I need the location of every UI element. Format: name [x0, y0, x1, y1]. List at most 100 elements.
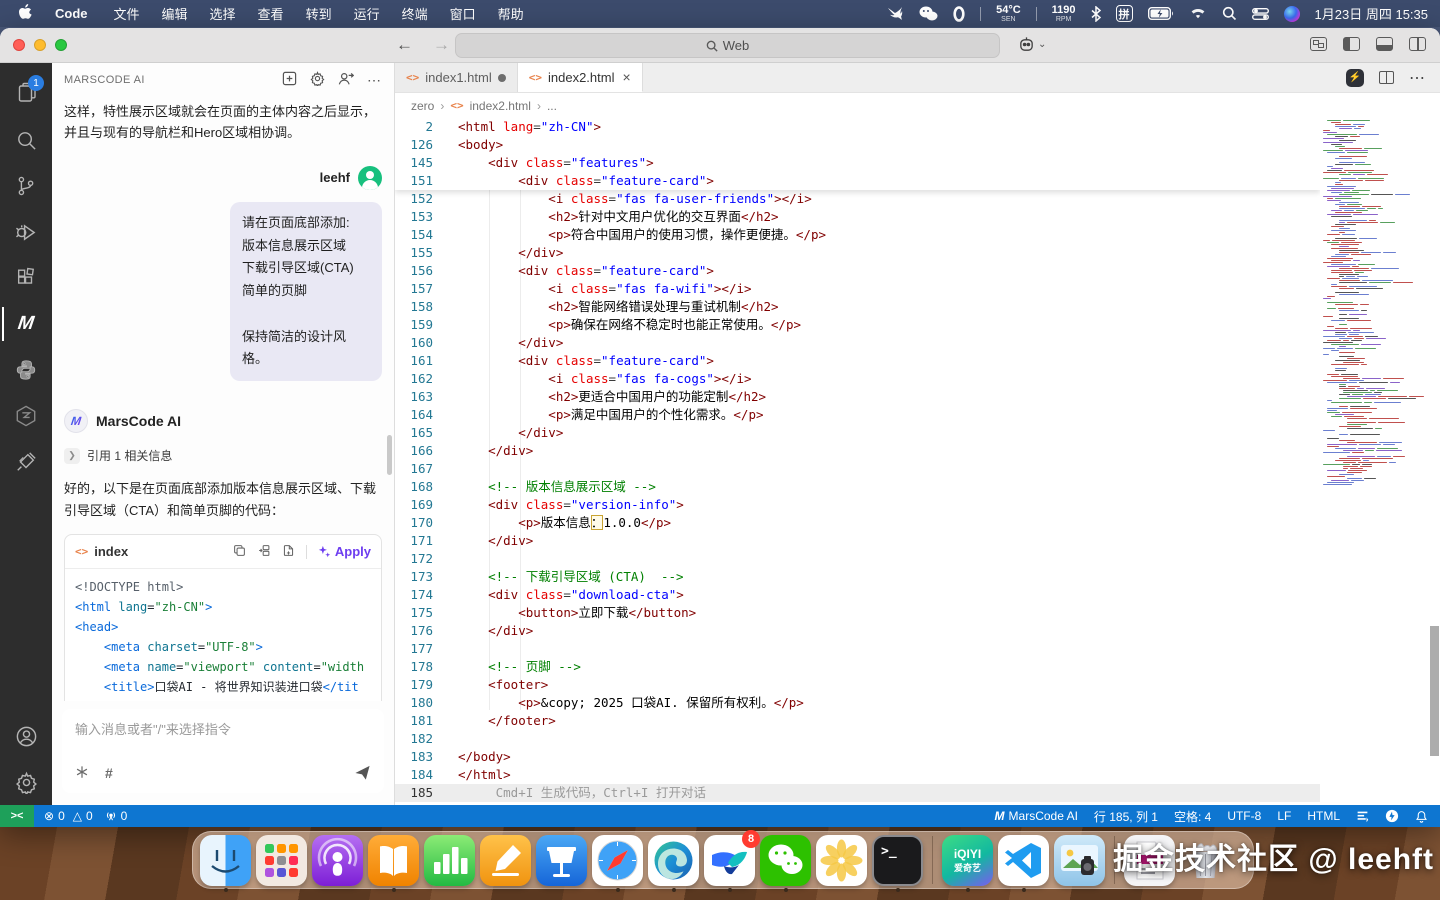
remote-indicator[interactable]: ><	[0, 805, 34, 827]
indentation-status[interactable]: 空格: 4	[1174, 808, 1211, 825]
source-control-icon[interactable]	[2, 163, 50, 209]
menu-item[interactable]: 编辑	[151, 7, 199, 22]
language-mode[interactable]: HTML	[1307, 809, 1340, 823]
dock-podcasts-icon[interactable]	[312, 835, 363, 886]
assistant-profile-icon[interactable]: ⌄	[1018, 36, 1046, 53]
apple-menu-icon[interactable]	[10, 4, 40, 23]
problems-status[interactable]: ⊗0 △0	[44, 809, 93, 823]
reference-toggle[interactable]: ❯ 引用 1 相关信息	[64, 447, 382, 464]
code-line-165[interactable]: 165 </div>	[395, 424, 1320, 442]
sidebar-settings-icon[interactable]	[310, 71, 325, 89]
code-line-173[interactable]: 173 <!-- 下载引导区域 (CTA) -->	[395, 568, 1320, 586]
split-editor-icon[interactable]	[1379, 71, 1394, 84]
code-line-181[interactable]: 181 </footer>	[395, 712, 1320, 730]
code-line-161[interactable]: 161 <div class="feature-card">	[395, 352, 1320, 370]
encoding-status[interactable]: UTF-8	[1227, 809, 1261, 823]
insert-code-icon[interactable]	[257, 544, 271, 560]
zeabur-status-icon[interactable]	[1385, 809, 1399, 823]
dock-lark-icon[interactable]: 8	[704, 835, 755, 886]
code-line-170[interactable]: 170 <p>版本信息：1.0.0</p>	[395, 514, 1320, 532]
navigate-forward-button[interactable]: →	[433, 35, 450, 55]
code-line-166[interactable]: 166 </div>	[395, 442, 1320, 460]
control-center-icon[interactable]	[1252, 5, 1269, 23]
siri-icon[interactable]	[1284, 6, 1300, 22]
tab-index1[interactable]: <> index1.html	[395, 63, 518, 92]
code-line-182[interactable]: 182	[395, 730, 1320, 748]
dock-wechat-icon[interactable]	[760, 835, 811, 886]
code-line-180[interactable]: 180 <p>&copy; 2025 口袋AI. 保留所有权利。</p>	[395, 694, 1320, 712]
code-editor[interactable]: 152 <i class="fas fa-user-friends"></i>1…	[395, 118, 1440, 805]
fan-rpm-status[interactable]: 1190 RPM	[1052, 5, 1076, 23]
ports-status[interactable]: 0	[105, 809, 128, 823]
code-line-167[interactable]: 167	[395, 460, 1320, 478]
code-line-168[interactable]: 168 <!-- 版本信息展示区域 -->	[395, 478, 1320, 496]
apply-code-button[interactable]: Apply	[318, 544, 371, 559]
dock-launchpad-icon[interactable]	[256, 835, 307, 886]
editor-more-actions-icon[interactable]: ⋯	[1409, 68, 1426, 88]
battery-icon[interactable]	[1148, 5, 1174, 23]
dock-iqiyi-icon[interactable]: iQIYI爱奇艺	[942, 835, 993, 886]
menubar-datetime[interactable]: 1月23日 周四 15:35	[1315, 4, 1428, 23]
dock-vscode-icon[interactable]	[998, 835, 1049, 886]
code-line-162[interactable]: 162 <i class="fas fa-cogs"></i>	[395, 370, 1320, 388]
breadcrumb-file[interactable]: index2.html	[470, 99, 531, 113]
minimap[interactable]	[1320, 118, 1428, 805]
code-card-content[interactable]: <!DOCTYPE html><html lang="zh-CN"><head>…	[65, 569, 381, 701]
code-line-152[interactable]: 152 <i class="fas fa-user-friends"></i>	[395, 190, 1320, 208]
cursor-position[interactable]: 行 185, 列 1	[1094, 808, 1158, 825]
dock-keynote-icon[interactable]	[536, 835, 587, 886]
navigate-back-button[interactable]: ←	[396, 35, 413, 55]
swift-bird-icon[interactable]	[886, 5, 904, 23]
code-line-163[interactable]: 163 <h2>更适合中国用户的功能定制</h2>	[395, 388, 1320, 406]
commands-icon[interactable]	[75, 765, 89, 782]
code-line-153[interactable]: 153 <h2>针对中文用户优化的交互界面</h2>	[395, 208, 1320, 226]
bluetooth-icon[interactable]	[1091, 5, 1101, 23]
code-line-157[interactable]: 157 <i class="fas fa-wifi"></i>	[395, 280, 1320, 298]
code-line-174[interactable]: 174 <div class="download-cta">	[395, 586, 1320, 604]
wechat-status-icon[interactable]	[919, 5, 938, 23]
close-window-button[interactable]	[13, 39, 25, 51]
eol-status[interactable]: LF	[1277, 809, 1291, 823]
context-hash-icon[interactable]: #	[105, 765, 113, 782]
tools-sidebar-icon[interactable]	[2, 439, 50, 485]
settings-gear-icon[interactable]	[2, 759, 50, 805]
chat-input-box[interactable]: 输入消息或者"/"来选择指令 #	[62, 709, 384, 793]
new-chat-icon[interactable]	[282, 71, 297, 89]
explorer-icon[interactable]: 1	[2, 71, 50, 117]
code-line-177[interactable]: 177	[395, 640, 1320, 658]
minimize-window-button[interactable]	[34, 39, 46, 51]
new-file-code-icon[interactable]	[282, 544, 295, 560]
spotlight-search-icon[interactable]	[1222, 5, 1237, 23]
breadcrumb-symbol[interactable]: ...	[547, 99, 557, 113]
dock-finder-icon[interactable]	[200, 835, 251, 886]
dock-books-icon[interactable]	[368, 835, 419, 886]
menu-item[interactable]: 文件	[103, 7, 151, 22]
menu-app-name[interactable]: Code	[44, 6, 99, 21]
formatter-icon[interactable]	[1356, 810, 1369, 823]
menu-item[interactable]: 运行	[343, 7, 391, 22]
menu-item[interactable]: 查看	[247, 7, 295, 22]
search-sidebar-icon[interactable]	[2, 117, 50, 163]
tab-index2[interactable]: <> index2.html ×	[518, 63, 643, 92]
notifications-bell-icon[interactable]	[1415, 810, 1428, 823]
code-line-151[interactable]: 151 <div class="feature-card">	[395, 172, 1320, 190]
code-line-175[interactable]: 175 <button>立即下载</button>	[395, 604, 1320, 622]
editor-scrollbar[interactable]	[1430, 626, 1439, 756]
close-tab-icon[interactable]: ×	[622, 69, 630, 85]
dock-edge-icon[interactable]	[648, 835, 699, 886]
code-line-176[interactable]: 176 </div>	[395, 622, 1320, 640]
code-line-158[interactable]: 158 <h2>智能网络错误处理与重试机制</h2>	[395, 298, 1320, 316]
copy-code-icon[interactable]	[233, 544, 246, 560]
zero-app-icon[interactable]	[953, 5, 965, 23]
code-line-178[interactable]: 178 <!-- 页脚 -->	[395, 658, 1320, 676]
toggle-secondary-sidebar-icon[interactable]	[1409, 37, 1426, 51]
code-line-159[interactable]: 159 <p>确保在网络不稳定时也能正常使用。</p>	[395, 316, 1320, 334]
deploy-icon[interactable]: ⚡	[1346, 69, 1364, 87]
code-line-154[interactable]: 154 <p>符合中国用户的使用习惯，操作更便捷。</p>	[395, 226, 1320, 244]
dock-pages-icon[interactable]	[480, 835, 531, 886]
customize-layout-icon[interactable]	[1310, 37, 1327, 51]
temperature-status[interactable]: 54°C SEN	[996, 5, 1021, 23]
code-line-179[interactable]: 179 <footer>	[395, 676, 1320, 694]
code-line-172[interactable]: 172	[395, 550, 1320, 568]
toggle-panel-icon[interactable]	[1376, 37, 1393, 51]
